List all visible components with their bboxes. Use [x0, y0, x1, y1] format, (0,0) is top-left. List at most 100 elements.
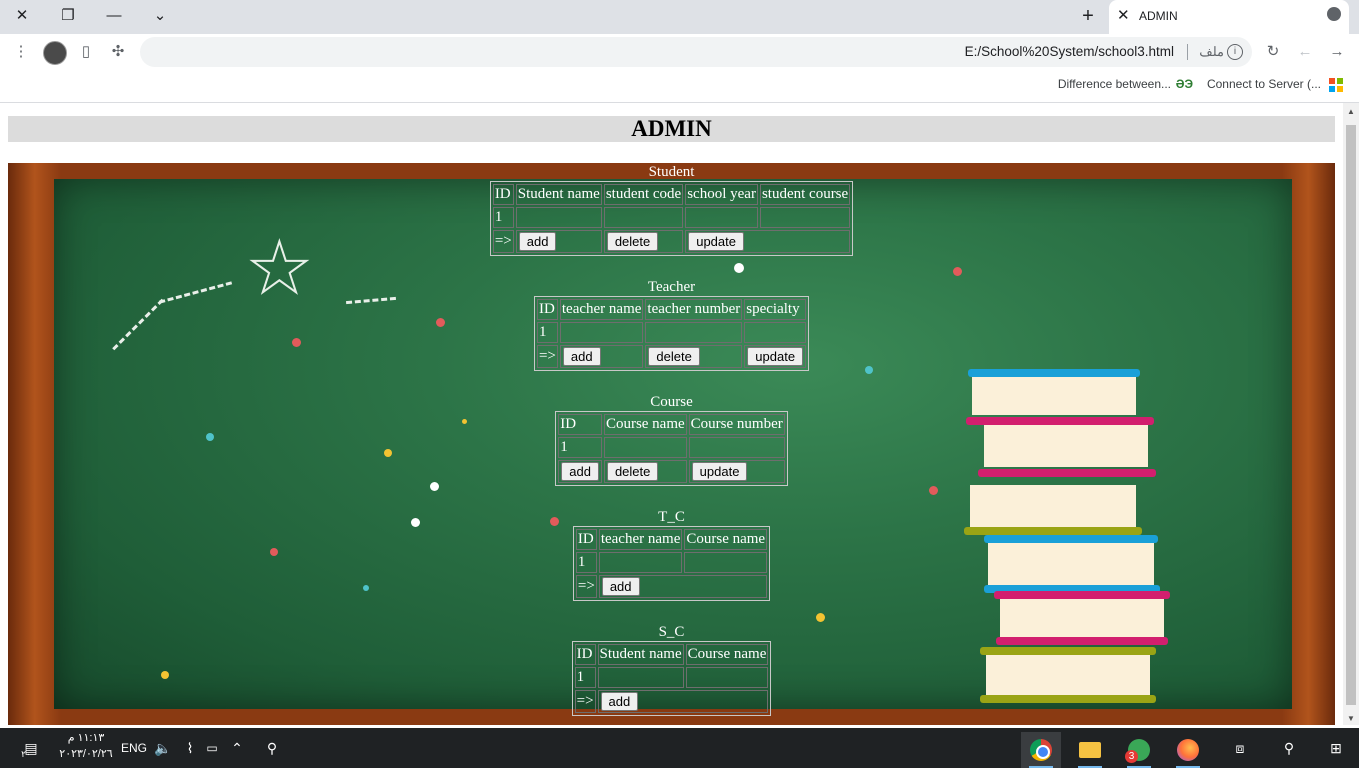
language-indicator[interactable]: ENG	[120, 737, 148, 759]
back-arrow-icon[interactable]: ←	[1294, 41, 1316, 63]
confetti-dot	[953, 267, 962, 276]
table-row: 1	[492, 207, 851, 228]
people-icon[interactable]: ⚲	[262, 737, 282, 759]
teacher-delete-button[interactable]: delete	[648, 347, 700, 366]
column-header: ID	[536, 299, 558, 320]
side-panel-icon[interactable]: ▯	[75, 41, 97, 63]
column-header: ID	[574, 644, 596, 665]
column-header: teacher number	[645, 299, 743, 320]
action-cell: delete	[603, 230, 684, 253]
course-add-button[interactable]: add	[561, 462, 599, 481]
task-view-icon[interactable]: ⧈	[1228, 737, 1252, 759]
network-icon[interactable]: ⌇	[180, 737, 200, 759]
reload-icon[interactable]: ↻	[1262, 41, 1284, 63]
table-header-row: ID teacher name Course name	[575, 529, 768, 550]
column-header: Course number	[688, 414, 785, 435]
battery-icon[interactable]: ▭	[202, 737, 222, 759]
taskbar-file-explorer[interactable]	[1070, 732, 1110, 768]
course-table: ID Course name Course number 1 add delet…	[555, 411, 788, 486]
id-cell: 1	[536, 322, 558, 343]
address-divider	[1187, 44, 1188, 60]
bookmark-connect-server[interactable]: Connect to Server (...	[1207, 77, 1321, 91]
table-row: 1	[574, 667, 769, 688]
forward-arrow-icon[interactable]: →	[1326, 41, 1348, 63]
column-header: school year	[685, 184, 758, 205]
minimize-window-icon[interactable]: —	[101, 4, 127, 28]
scroll-down-arrow-icon[interactable]: ▼	[1347, 714, 1355, 723]
taskbar-firefox[interactable]	[1168, 732, 1208, 768]
volume-icon[interactable]: 🔈	[153, 737, 173, 759]
scroll-up-arrow-icon[interactable]: ▲	[1347, 107, 1355, 116]
action-cell: delete	[603, 460, 687, 483]
column-header: ID	[558, 414, 602, 435]
data-cell	[688, 437, 785, 458]
site-info-icon[interactable]: i	[1227, 44, 1243, 60]
clock-date[interactable]: ٢٠٢٣/٠٢/٢٦	[56, 746, 116, 762]
arrow-cell: =>	[574, 690, 596, 713]
column-header: Course name	[684, 529, 768, 550]
course-section: Course ID Course name Course number 1 ad…	[8, 393, 1335, 486]
section-caption: T_C	[658, 509, 685, 525]
teacher-course-table: ID teacher name Course name 1 => add	[572, 526, 771, 601]
bookmark-difference[interactable]: Difference between...	[1058, 77, 1171, 91]
data-cell	[603, 437, 687, 458]
profile-avatar[interactable]	[43, 41, 67, 65]
course-delete-button[interactable]: delete	[606, 462, 659, 481]
address-bar[interactable]: E:/School%20System/school3.html ملف i	[140, 37, 1252, 67]
new-tab-button[interactable]: +	[1075, 4, 1101, 28]
data-cell	[597, 667, 684, 688]
teacher-add-button[interactable]: add	[562, 347, 601, 366]
column-header: student code	[603, 184, 684, 205]
action-cell: update	[685, 230, 851, 253]
action-row: add delete update	[558, 460, 785, 483]
action-cell: update	[744, 345, 807, 368]
action-cell: update	[688, 460, 785, 483]
data-cell	[684, 552, 768, 573]
extensions-icon[interactable]: ✣	[107, 41, 129, 63]
windows-start-icon[interactable]: ⊞	[1324, 737, 1348, 759]
windows-taskbar: ▤ ٢٠ ١١:١٣ م ٢٠٢٣/٠٢/٢٦ ENG 🔈 ⌇ ▭ ⌃ ⚲ 3 …	[0, 728, 1359, 768]
show-hidden-icons-chevron-icon[interactable]: ⌃	[227, 737, 247, 759]
teacher-course-add-button[interactable]: add	[601, 577, 640, 596]
taskbar-app-green[interactable]: 3	[1119, 732, 1159, 768]
action-cell: add	[559, 345, 644, 368]
action-cell: add	[597, 690, 769, 713]
url-text: E:/School%20System/school3.html	[964, 44, 1174, 59]
search-icon[interactable]: ⚲	[1277, 737, 1301, 759]
section-caption: Student	[648, 164, 695, 180]
student-course-section: S_C ID Student name Course name 1 => add	[8, 623, 1335, 716]
taskbar-chrome[interactable]	[1021, 732, 1061, 768]
close-window-icon[interactable]: ✕	[9, 4, 35, 28]
teacher-table: ID teacher name teacher number specialty…	[533, 296, 810, 371]
restore-window-icon[interactable]: ❐	[55, 4, 81, 28]
arrow-cell: =>	[575, 575, 597, 598]
section-caption: Course	[650, 394, 693, 410]
tab-search-chevron-icon[interactable]: ⌄	[147, 4, 173, 28]
student-course-add-button[interactable]: add	[600, 692, 639, 711]
table-header-row: ID teacher name teacher number specialty	[536, 299, 807, 320]
page-scrollbar[interactable]: ▲ ▼	[1343, 103, 1359, 725]
course-update-button[interactable]: update	[691, 462, 748, 481]
bookmark-geeks-icon: ƏЭ	[1175, 77, 1193, 91]
teacher-update-button[interactable]: update	[747, 347, 804, 366]
student-delete-button[interactable]: delete	[606, 232, 659, 251]
scroll-thumb[interactable]	[1346, 125, 1356, 705]
table-row: 1	[575, 552, 768, 573]
menu-kebab-icon[interactable]: ⋮	[10, 41, 32, 63]
id-cell: 1	[575, 552, 597, 573]
data-cell	[685, 667, 769, 688]
browser-tab[interactable]: ✕ ADMIN	[1109, 0, 1349, 34]
action-cell: add	[558, 460, 602, 483]
student-update-button[interactable]: update	[688, 232, 744, 251]
student-section: Student ID Student name student code sch…	[8, 163, 1335, 256]
student-course-table: ID Student name Course name 1 => add	[571, 641, 772, 716]
id-cell: 1	[492, 207, 514, 228]
clock-time[interactable]: ١١:١٣ م	[56, 730, 116, 746]
tab-close-icon[interactable]: ✕	[1117, 6, 1130, 24]
column-header: Student name	[515, 184, 602, 205]
column-header: Course name	[685, 644, 769, 665]
tab-title: ADMIN	[1139, 9, 1178, 23]
action-row: => add delete update	[536, 345, 807, 368]
teacher-course-section: T_C ID teacher name Course name 1 => add	[8, 508, 1335, 601]
student-add-button[interactable]: add	[518, 232, 557, 251]
